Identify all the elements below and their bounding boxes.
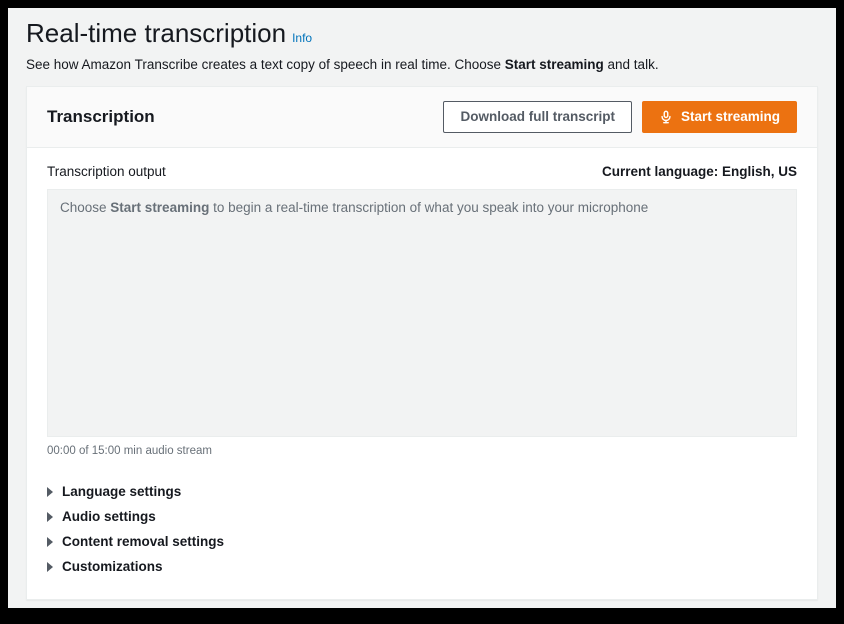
settings-item-content-removal[interactable]: Content removal settings (47, 529, 797, 554)
page-description-strong: Start streaming (505, 57, 604, 72)
panel-title: Transcription (47, 107, 155, 127)
caret-right-icon (47, 487, 53, 497)
info-link[interactable]: Info (292, 31, 312, 45)
output-label: Transcription output (47, 164, 166, 179)
panel-actions: Download full transcript Start streaming (443, 101, 797, 133)
settings-item-label: Language settings (62, 484, 181, 499)
output-placeholder-post: to begin a real-time transcription of wh… (209, 200, 648, 215)
output-placeholder-strong: Start streaming (110, 200, 209, 215)
page-description: See how Amazon Transcribe creates a text… (26, 57, 818, 72)
caret-right-icon (47, 562, 53, 572)
settings-list: Language settings Audio settings Content… (47, 479, 797, 579)
start-streaming-button[interactable]: Start streaming (642, 101, 797, 133)
output-placeholder-pre: Choose (60, 200, 110, 215)
settings-item-customizations[interactable]: Customizations (47, 554, 797, 579)
page-title: Real-time transcription (26, 18, 286, 49)
start-streaming-label: Start streaming (681, 108, 780, 126)
panel-header: Transcription Download full transcript S… (27, 87, 817, 148)
settings-item-audio[interactable]: Audio settings (47, 504, 797, 529)
settings-item-label: Customizations (62, 559, 163, 574)
title-row: Real-time transcription Info (26, 18, 818, 49)
current-language-label: Current language: English, US (602, 164, 797, 179)
settings-item-language[interactable]: Language settings (47, 479, 797, 504)
transcription-output-box: Choose Start streaming to begin a real-t… (47, 189, 797, 437)
settings-item-label: Content removal settings (62, 534, 224, 549)
page-root: Real-time transcription Info See how Ama… (8, 8, 836, 608)
page-description-post: and talk. (604, 57, 659, 72)
caret-right-icon (47, 537, 53, 547)
transcription-panel: Transcription Download full transcript S… (26, 86, 818, 600)
download-transcript-button[interactable]: Download full transcript (443, 101, 632, 133)
output-header: Transcription output Current language: E… (47, 164, 797, 179)
settings-item-label: Audio settings (62, 509, 156, 524)
page-description-pre: See how Amazon Transcribe creates a text… (26, 57, 505, 72)
microphone-icon (659, 110, 673, 124)
download-transcript-label: Download full transcript (460, 108, 615, 126)
panel-body: Transcription output Current language: E… (27, 148, 817, 599)
stream-time-label: 00:00 of 15:00 min audio stream (47, 445, 797, 457)
caret-right-icon (47, 512, 53, 522)
